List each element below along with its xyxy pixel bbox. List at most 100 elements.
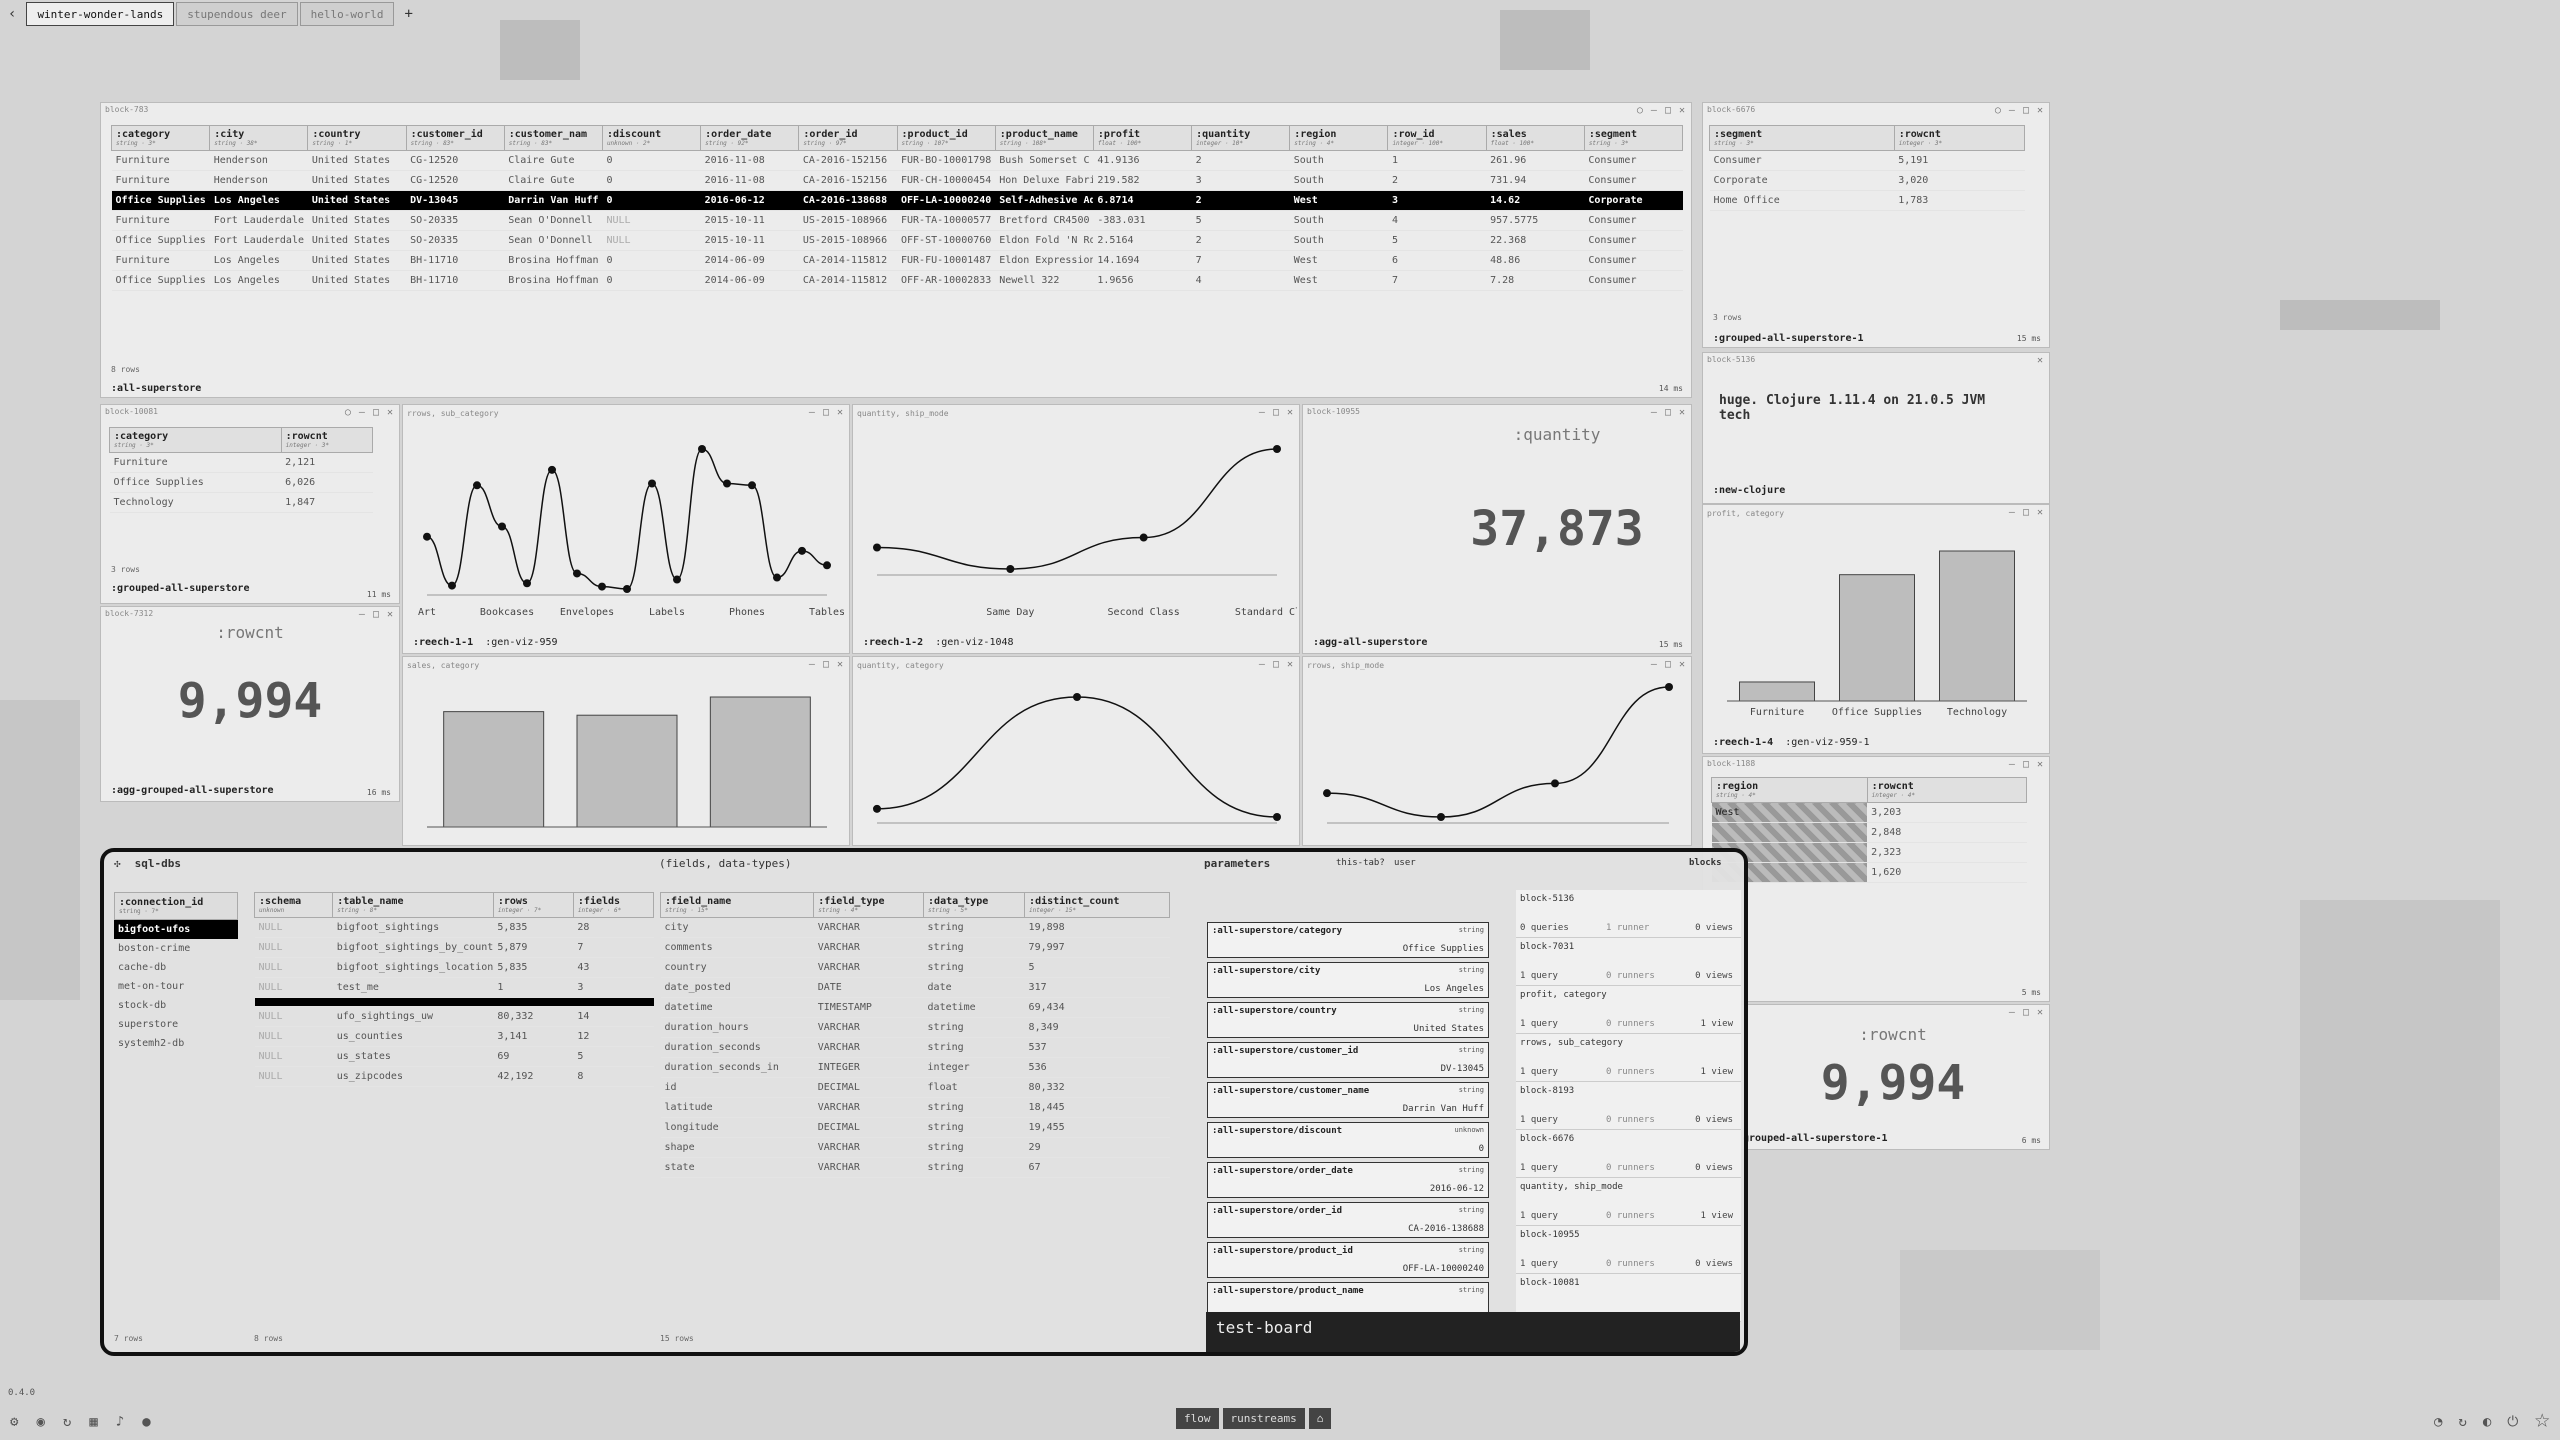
connection-item[interactable]: boston-crime xyxy=(114,939,238,958)
table-row[interactable]: state VARCHAR string 67 xyxy=(660,1157,1170,1178)
minimize-icon[interactable]: – xyxy=(1259,407,1265,418)
table-row[interactable]: NULLbigfoot_sightings_by_country_co5,879… xyxy=(254,937,654,958)
block-item[interactable]: rrows, sub_category 1 query 0 runners 1 vie… xyxy=(1516,1034,1741,1082)
close-icon[interactable]: ✕ xyxy=(837,407,843,418)
param-tab-this-tab[interactable]: this-tab? xyxy=(1336,858,1385,868)
parameter-card[interactable]: :all-superstore/city string Los Angeles xyxy=(1207,962,1489,998)
close-icon[interactable]: ✕ xyxy=(2037,355,2043,366)
settings-icon[interactable]: ⚙ xyxy=(10,1414,18,1430)
tab-stupendous-deer[interactable]: stupendous deer xyxy=(176,2,298,26)
table-row[interactable]: Office Supplies Los Angeles United States D… xyxy=(111,190,1683,211)
category-panel[interactable]: block-10081 ○ – □ ✕ :category string · 3*:ro… xyxy=(100,404,400,604)
table-row[interactable]: Home Office 1,783 xyxy=(1709,190,2025,211)
column-header[interactable]: :quantity integer · 10* xyxy=(1191,125,1291,151)
table-row[interactable]: longitude DECIMAL string 19,455 xyxy=(660,1117,1170,1138)
close-icon[interactable]: ✕ xyxy=(387,407,393,418)
block-item[interactable]: block-8193 1 query 0 runners 0 views xyxy=(1516,1082,1741,1130)
column-header[interactable]: :rows integer · 7* xyxy=(492,892,574,918)
back-arrow-icon[interactable]: ‹ xyxy=(0,6,24,22)
maximize-icon[interactable]: □ xyxy=(1665,407,1671,418)
star-icon[interactable]: ☆ xyxy=(2534,1404,2550,1434)
column-header[interactable]: :field_type string · 4* xyxy=(813,892,925,918)
minimize-icon[interactable]: – xyxy=(2009,507,2015,518)
table-row[interactable]: duration_seconds_in INTEGER integer 536 xyxy=(660,1057,1170,1078)
minimize-icon[interactable]: – xyxy=(2009,105,2015,116)
parameter-card[interactable]: :all-superstore/customer_id string DV-1304… xyxy=(1207,1042,1489,1078)
refresh-icon[interactable]: ↻ xyxy=(2458,1414,2466,1434)
moon-icon[interactable]: ◐ xyxy=(2483,1414,2491,1434)
column-header[interactable]: :product_id string · 107* xyxy=(896,125,996,151)
rowcnt-card-2[interactable]: – □ ✕ :rowcnt 9,994 grouped-all-superstore… xyxy=(1702,1004,2050,1150)
column-header[interactable]: :segment string · 3* xyxy=(1709,125,1895,151)
close-icon[interactable]: ✕ xyxy=(1679,407,1685,418)
runstreams-button[interactable]: runstreams xyxy=(1222,1408,1305,1429)
table-row[interactable]: 2,323 xyxy=(1711,842,2027,863)
column-header[interactable]: :segment string · 3* xyxy=(1583,125,1684,151)
block-item[interactable]: profit, category 1 query 0 runners 1 view xyxy=(1516,986,1741,1034)
parameter-card[interactable]: :all-superstore/country string United Stat… xyxy=(1207,1002,1489,1038)
column-header[interactable]: :category string · 3* xyxy=(109,427,282,453)
column-header[interactable]: :distinct_count integer · 15* xyxy=(1024,892,1170,918)
pin-icon[interactable]: ○ xyxy=(345,407,351,418)
table-row[interactable]: 2,848 xyxy=(1711,822,2027,843)
close-icon[interactable]: ✕ xyxy=(2037,105,2043,116)
chart-panel-sub-category[interactable]: rrows, sub_category – □ ✕ Art Bookcases Enve… xyxy=(402,404,850,654)
connection-item[interactable]: met-on-tour xyxy=(114,977,238,996)
add-tab-icon[interactable]: + xyxy=(396,6,420,22)
parameter-card[interactable]: :all-superstore/order_id string CA-2016-13… xyxy=(1207,1202,1489,1238)
chart-panel-rows-ship-mode[interactable]: rrows, ship_mode – □ ✕ xyxy=(1302,656,1692,846)
table-row[interactable]: Office Supplies Los Angeles United States B… xyxy=(111,270,1683,291)
grid-icon[interactable]: ▦ xyxy=(89,1414,97,1430)
table-row[interactable]: Furniture Los Angeles United States BH-1171… xyxy=(111,250,1683,271)
column-header[interactable]: :sales float · 100* xyxy=(1485,125,1585,151)
table-row[interactable]: Office Supplies Fort Lauderdale United Sta… xyxy=(111,230,1683,251)
connection-item[interactable]: stock-db xyxy=(114,996,238,1015)
region-table[interactable]: :region string · 4*:rowcnt integer · 4* Wes… xyxy=(1711,777,2028,883)
maximize-icon[interactable]: □ xyxy=(823,407,829,418)
minimize-icon[interactable]: – xyxy=(2009,759,2015,770)
table-row[interactable]: date_posted DATE date 317 xyxy=(660,977,1170,998)
param-tab-user[interactable]: user xyxy=(1394,858,1416,868)
parameter-card[interactable]: :all-superstore/customer_name string Darri… xyxy=(1207,1082,1489,1118)
column-header[interactable]: :order_date string · 92* xyxy=(700,125,800,151)
table-row[interactable]: West 3,203 xyxy=(1711,802,2027,823)
table-row[interactable]: NULL us_zipcodes 42,192 8 xyxy=(254,1066,654,1087)
minimize-icon[interactable]: – xyxy=(1651,407,1657,418)
column-header[interactable]: :row_id integer · 100* xyxy=(1387,125,1487,151)
connection-item[interactable]: superstore xyxy=(114,1015,238,1034)
column-header[interactable]: :rowcnt integer · 3* xyxy=(1893,125,2026,151)
column-header[interactable]: :customer_id string · 83* xyxy=(405,125,505,151)
quantity-card[interactable]: block-10955 – □ ✕ :quantity 37,873 :agg-al… xyxy=(1302,404,1692,654)
table-row[interactable]: duration_hours VARCHAR string 8,349 xyxy=(660,1017,1170,1038)
column-header[interactable]: :data_type string · 5* xyxy=(923,892,1026,918)
maximize-icon[interactable]: □ xyxy=(2023,1007,2029,1018)
column-header[interactable]: :field_name string · 15* xyxy=(659,892,815,918)
sql-browser-window[interactable]: ✣ sql-dbs (fields, data-types) parameter… xyxy=(100,848,1748,1356)
block-item[interactable]: block-5136 0 queries 1 runner 0 views xyxy=(1516,890,1741,938)
connection-list[interactable]: :connection_id string · 7* bigfoot-ufos bo… xyxy=(114,892,238,1053)
minimize-icon[interactable]: – xyxy=(809,407,815,418)
table-row[interactable]: Office Supplies 6,026 xyxy=(109,472,373,493)
fields-table[interactable]: :field_name string · 15*:field_type string… xyxy=(659,892,1170,1178)
lock-icon[interactable]: ⌂ xyxy=(1308,1408,1332,1429)
maximize-icon[interactable]: □ xyxy=(1665,105,1671,116)
table-row[interactable]: shape VARCHAR string 29 xyxy=(660,1137,1170,1158)
column-header[interactable]: :city string · 38* xyxy=(209,125,309,151)
tables-list[interactable]: :schema unknown:table_name string · 8*:row… xyxy=(253,892,655,1087)
pin-icon[interactable]: ○ xyxy=(1637,105,1643,116)
chart-panel-ship-mode[interactable]: quantity, ship_mode – □ ✕ Same Day Second C… xyxy=(852,404,1300,654)
table-row[interactable]: Consumer 5,191 xyxy=(1709,150,2025,171)
category-table[interactable]: :category string · 3*:rowcnt integer · 3* F… xyxy=(109,427,374,513)
column-header[interactable]: :discount unknown · 2* xyxy=(601,125,702,151)
maximize-icon[interactable]: □ xyxy=(373,609,379,620)
column-header[interactable]: :rowcnt integer · 3* xyxy=(280,427,374,453)
tab-hello-world[interactable]: hello-world xyxy=(299,2,395,26)
close-icon[interactable]: ✕ xyxy=(387,609,393,620)
block-item[interactable]: block-6676 1 query 0 runners 0 views xyxy=(1516,1130,1741,1178)
table-row[interactable]: NULL bigfoot_sightings 5,835 28 xyxy=(254,917,654,938)
parameter-list[interactable]: :all-superstore/category string Office Sup… xyxy=(1207,922,1489,1322)
minimize-icon[interactable]: – xyxy=(1651,105,1657,116)
test-board-input[interactable]: test-board xyxy=(1206,1312,1740,1352)
segment-panel[interactable]: block-6676 ○ – □ ✕ :segment string · 3*:rowc… xyxy=(1702,102,2050,348)
block-item[interactable]: quantity, ship_mode 1 query 0 runners 1 vie… xyxy=(1516,1178,1741,1226)
